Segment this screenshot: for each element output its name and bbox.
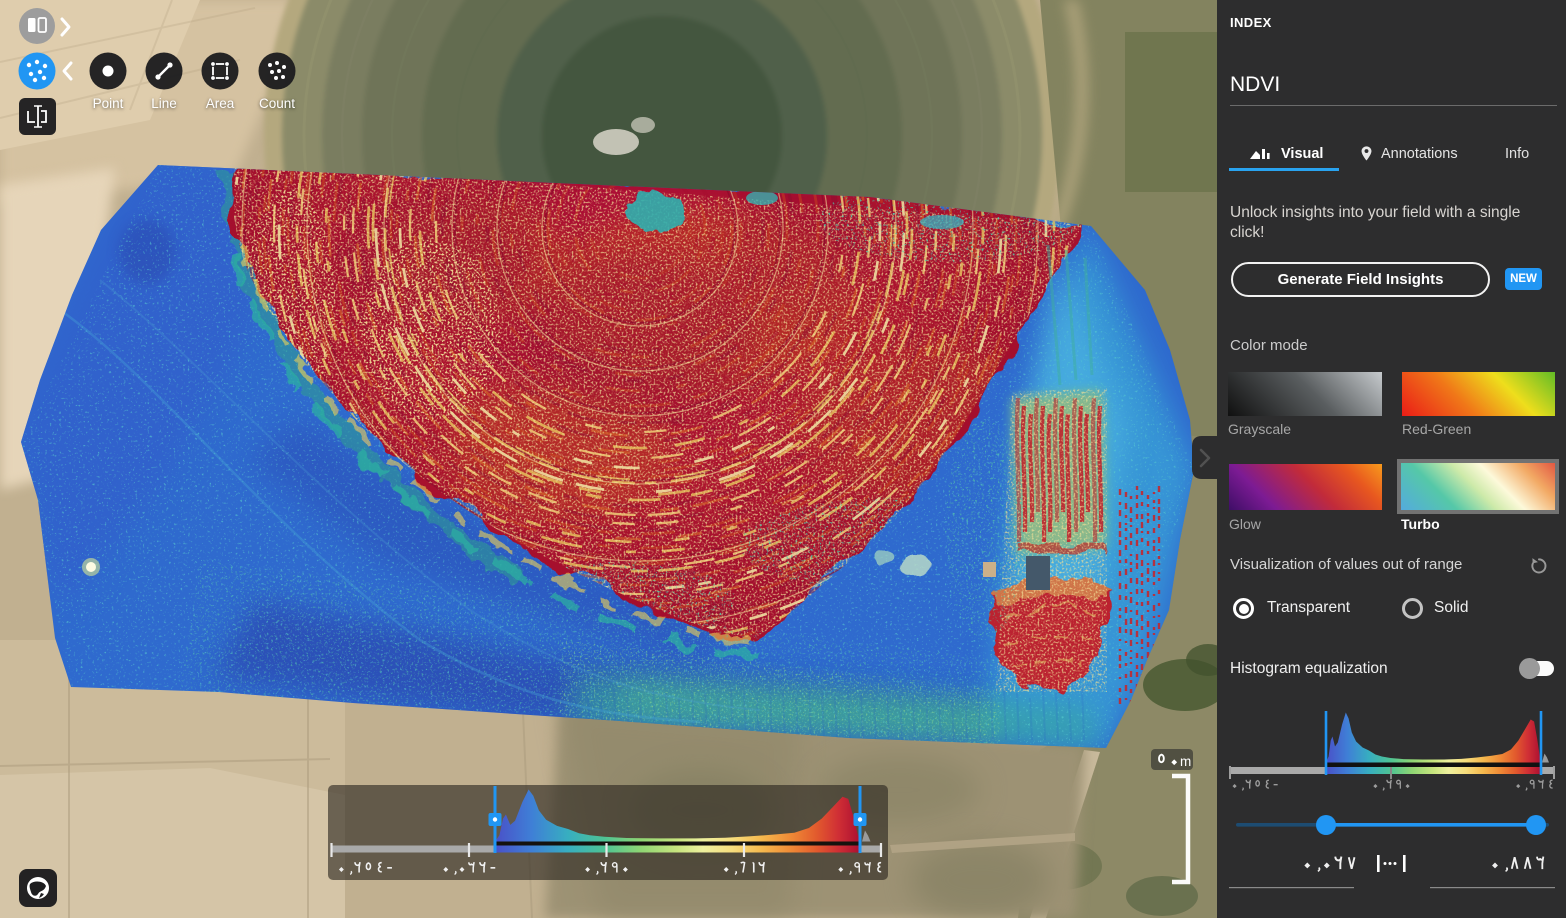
svg-text:Area: Area xyxy=(206,96,235,111)
svg-text:Point: Point xyxy=(93,96,124,111)
svg-text:m: m xyxy=(1180,754,1191,769)
svg-text:Count: Count xyxy=(259,96,295,111)
svg-text:Line: Line xyxy=(151,96,177,111)
